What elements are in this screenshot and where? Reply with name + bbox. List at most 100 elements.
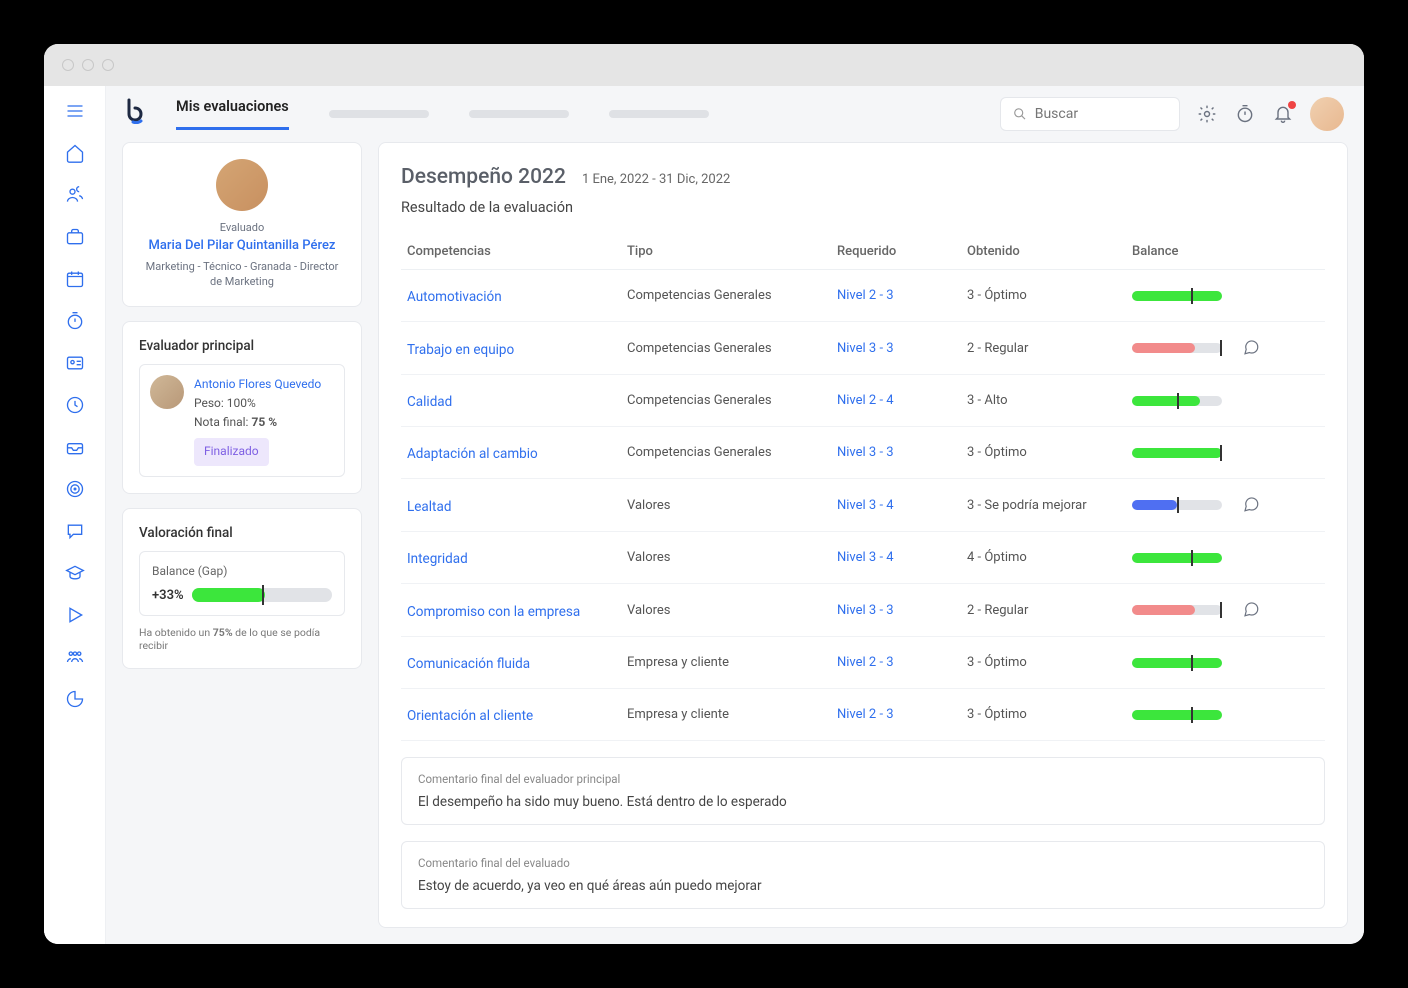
calendar-icon[interactable]: [64, 268, 86, 290]
table-row: Adaptación al cambio Competencias Genera…: [401, 427, 1325, 479]
col-competencies: Competencias: [407, 244, 627, 259]
cell-required[interactable]: Nivel 3 - 3: [837, 603, 894, 618]
competency-link[interactable]: Adaptación al cambio: [407, 446, 538, 462]
evaluator-grade: Nota final: 75 %: [194, 413, 321, 432]
cell-required[interactable]: Nivel 2 - 4: [837, 393, 894, 408]
results-pane: Desempeño 2022 1 Ene, 2022 - 31 Dic, 202…: [378, 142, 1348, 928]
window-minimize[interactable]: [82, 59, 94, 71]
evaluator-weight: Peso: 100%: [194, 394, 321, 413]
window-maximize[interactable]: [102, 59, 114, 71]
cell-type: Competencias Generales: [627, 288, 837, 303]
profile-name[interactable]: Maria Del Pilar Quintanilla Pérez: [139, 238, 345, 253]
balance-mini-bar: [1132, 500, 1222, 510]
home-icon[interactable]: [64, 142, 86, 164]
balance-mini-bar: [1132, 605, 1222, 615]
cell-type: Competencias Generales: [627, 393, 837, 408]
balance-mini-bar: [1132, 658, 1222, 668]
table-row: Compromiso con la empresa Valores Nivel …: [401, 584, 1325, 637]
comment-text: El desempeño ha sido muy bueno. Está den…: [418, 794, 1308, 810]
cell-obtained: 3 - Óptimo: [967, 707, 1132, 722]
competency-link[interactable]: Comunicación fluida: [407, 656, 530, 672]
evaluator-name[interactable]: Antonio Flores Quevedo: [194, 375, 321, 394]
tab-placeholder[interactable]: [609, 110, 709, 118]
stopwatch-icon[interactable]: [1234, 103, 1256, 125]
profile-avatar: [216, 159, 268, 211]
settings-icon[interactable]: [1196, 103, 1218, 125]
comment-icon[interactable]: [1242, 600, 1262, 620]
user-avatar[interactable]: [1310, 97, 1344, 131]
play-icon[interactable]: [64, 604, 86, 626]
menu-icon[interactable]: [64, 100, 86, 122]
comment-box: Comentario final del evaluador principal…: [401, 757, 1325, 825]
col-balance: Balance: [1132, 244, 1242, 259]
col-obtained: Obtenido: [967, 244, 1132, 259]
timer-icon[interactable]: [64, 310, 86, 332]
pane-title: Desempeño 2022: [401, 165, 566, 189]
cell-required[interactable]: Nivel 3 - 4: [837, 498, 894, 513]
search-input[interactable]: [1035, 106, 1167, 122]
evaluator-section-title: Evaluador principal: [139, 338, 345, 354]
balance-bar: [192, 588, 332, 602]
col-required: Requerido: [837, 244, 967, 259]
pane-dates: 1 Ene, 2022 - 31 Dic, 2022: [582, 172, 730, 187]
cell-type: Competencias Generales: [627, 341, 837, 356]
cell-type: Valores: [627, 550, 837, 565]
search-icon: [1013, 106, 1027, 122]
cell-required[interactable]: Nivel 3 - 4: [837, 550, 894, 565]
competency-link[interactable]: Calidad: [407, 394, 452, 410]
tab-my-evaluations[interactable]: Mis evaluaciones: [176, 98, 289, 130]
id-card-icon[interactable]: [64, 352, 86, 374]
search-box[interactable]: [1000, 97, 1180, 131]
chat-icon[interactable]: [64, 520, 86, 542]
pie-icon[interactable]: [64, 688, 86, 710]
competency-link[interactable]: Automotivación: [407, 289, 502, 305]
competency-link[interactable]: Lealtad: [407, 499, 451, 515]
bell-icon[interactable]: [1272, 103, 1294, 125]
comment-box: Comentario final del evaluadoEstoy de ac…: [401, 841, 1325, 909]
competencies-table: Competencias Tipo Requerido Obtenido Bal…: [401, 234, 1325, 741]
clock-icon[interactable]: [64, 394, 86, 416]
table-row: Orientación al cliente Empresa y cliente…: [401, 689, 1325, 741]
tab-placeholder[interactable]: [469, 110, 569, 118]
table-row: Calidad Competencias Generales Nivel 2 -…: [401, 375, 1325, 427]
balance-mini-bar: [1132, 343, 1222, 353]
target-icon[interactable]: [64, 478, 86, 500]
status-chip: Finalizado: [194, 438, 269, 465]
profile-meta: Marketing - Técnico - Granada - Director…: [139, 259, 345, 290]
profile-role-label: Evaluado: [139, 221, 345, 234]
comment-icon[interactable]: [1242, 338, 1262, 358]
table-row: Automotivación Competencias Generales Ni…: [401, 270, 1325, 322]
team-icon[interactable]: [64, 646, 86, 668]
balance-mini-bar: [1132, 291, 1222, 301]
cell-required[interactable]: Nivel 3 - 3: [837, 341, 894, 356]
evaluator-card: Evaluador principal Antonio Flores Queve…: [122, 321, 362, 494]
tab-placeholder[interactable]: [329, 110, 429, 118]
inbox-icon[interactable]: [64, 436, 86, 458]
cell-obtained: 4 - Óptimo: [967, 550, 1132, 565]
comment-label: Comentario final del evaluador principal: [418, 772, 1308, 786]
balance-label: Balance (Gap): [152, 564, 332, 578]
cell-required[interactable]: Nivel 2 - 3: [837, 288, 894, 303]
competency-link[interactable]: Orientación al cliente: [407, 708, 533, 724]
graduation-icon[interactable]: [64, 562, 86, 584]
cell-required[interactable]: Nivel 3 - 3: [837, 445, 894, 460]
window-close[interactable]: [62, 59, 74, 71]
titlebar: [44, 44, 1364, 86]
comment-icon[interactable]: [1242, 495, 1262, 515]
cell-required[interactable]: Nivel 2 - 3: [837, 655, 894, 670]
table-row: Integridad Valores Nivel 3 - 4 4 - Óptim…: [401, 532, 1325, 584]
people-icon[interactable]: [64, 184, 86, 206]
app-window: Mis evaluaciones: [44, 44, 1364, 944]
competency-link[interactable]: Trabajo en equipo: [407, 342, 514, 358]
table-row: Lealtad Valores Nivel 3 - 4 3 - Se podrí…: [401, 479, 1325, 532]
competency-link[interactable]: Integridad: [407, 551, 468, 567]
cell-type: Competencias Generales: [627, 445, 837, 460]
col-type: Tipo: [627, 244, 837, 259]
valuation-card: Valoración final Balance (Gap) +33%: [122, 508, 362, 669]
competency-link[interactable]: Compromiso con la empresa: [407, 604, 580, 620]
briefcase-icon[interactable]: [64, 226, 86, 248]
cell-type: Valores: [627, 498, 837, 513]
cell-type: Valores: [627, 603, 837, 618]
cell-required[interactable]: Nivel 2 - 3: [837, 707, 894, 722]
logo[interactable]: [126, 98, 148, 131]
